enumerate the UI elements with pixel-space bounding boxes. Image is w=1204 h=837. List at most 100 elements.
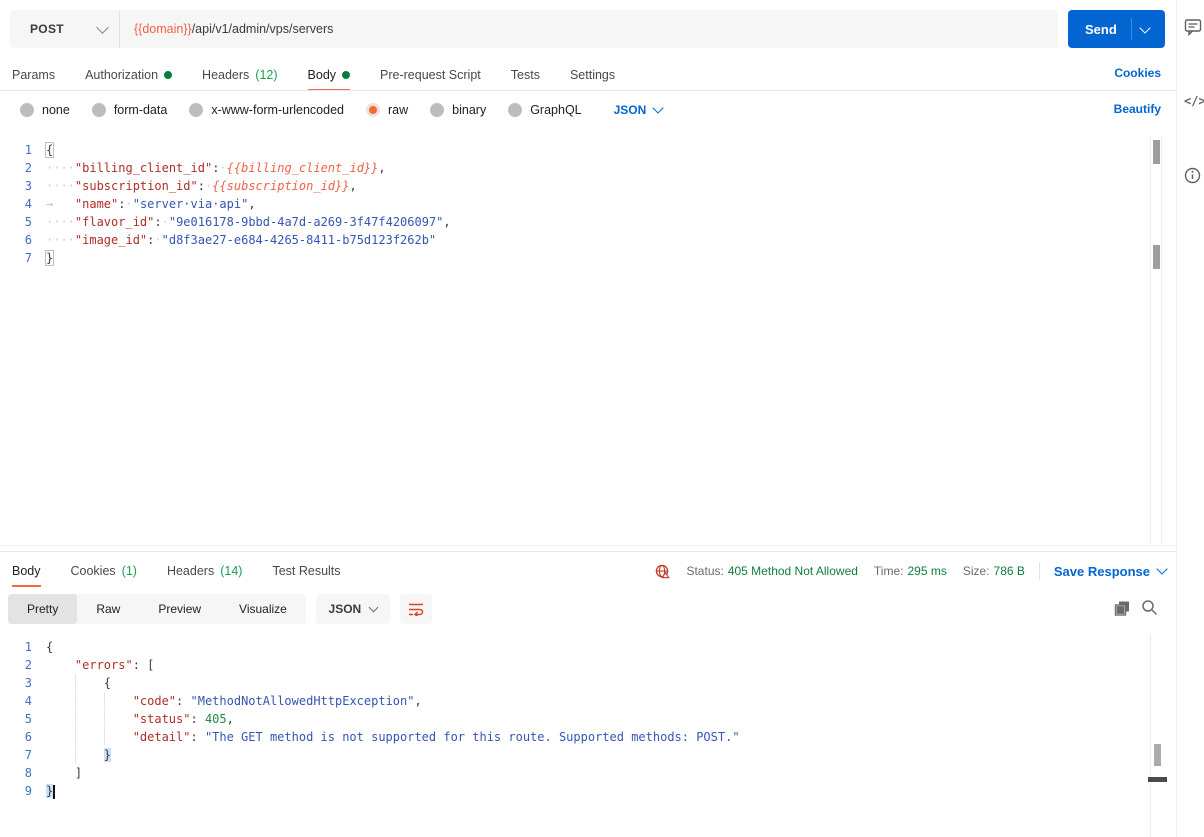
cookies-link[interactable]: Cookies xyxy=(1114,66,1161,80)
response-toolbar: Pretty Raw Preview Visualize JSON xyxy=(8,594,432,624)
line-number: 1 xyxy=(24,640,32,654)
token-guide xyxy=(74,746,104,763)
copy-response-button[interactable] xyxy=(1114,600,1131,622)
tab-tests[interactable]: Tests xyxy=(511,60,540,90)
tab-label: Pre-request Script xyxy=(380,68,481,82)
code-line: 4 "code": "MethodNotAllowedHttpException… xyxy=(0,692,1148,710)
save-response-button[interactable]: Save Response xyxy=(1054,563,1168,579)
search-response-button[interactable] xyxy=(1141,599,1158,621)
green-dot-icon xyxy=(164,71,173,79)
view-tab-preview[interactable]: Preview xyxy=(139,594,220,624)
tab-label: Headers xyxy=(202,68,250,82)
token-guide xyxy=(74,710,104,727)
body-type-raw[interactable]: raw xyxy=(366,103,408,117)
horizontal-scrollbar-thumb[interactable] xyxy=(1148,777,1167,782)
request-body-editor[interactable]: 1{2 ····"billing_client_id":·{{billing_cl… xyxy=(0,141,1148,267)
line-content: } xyxy=(44,249,55,267)
token-str: "The GET method is not supported for thi… xyxy=(204,730,740,744)
tab-body[interactable]: Body xyxy=(307,60,351,91)
response-tab-body[interactable]: Body xyxy=(12,556,41,587)
line-number: 4 xyxy=(24,197,32,211)
view-tab-visualize[interactable]: Visualize xyxy=(220,594,306,624)
token-ws: · xyxy=(161,215,169,229)
meta-divider xyxy=(1038,562,1040,580)
code-line: 9} xyxy=(0,782,1148,800)
radio-label: raw xyxy=(388,103,409,117)
send-divider xyxy=(1130,18,1132,40)
method-selector[interactable]: POST xyxy=(10,10,120,48)
token-punc xyxy=(46,730,75,744)
tab-label: Params xyxy=(12,68,56,82)
request-language-selector[interactable]: JSON xyxy=(614,102,664,117)
tab-label: Test Results xyxy=(272,564,341,578)
response-body-editor[interactable]: 1{2 "errors": [3 {4 "code": "MethodNotAl… xyxy=(0,638,1148,800)
token-guide xyxy=(103,692,133,709)
response-tab-test-results[interactable]: Test Results xyxy=(272,556,340,586)
line-content: } xyxy=(46,782,56,800)
code-line: 2 ····"billing_client_id":·{{billing_clie… xyxy=(0,159,1148,177)
beautify-link[interactable]: Beautify xyxy=(1114,102,1161,116)
tab-settings[interactable]: Settings xyxy=(570,60,615,90)
editor-bottom-border xyxy=(0,545,1176,546)
line-number: 3 xyxy=(24,676,32,690)
view-tab-raw[interactable]: Raw xyxy=(77,594,139,624)
view-tab-pretty[interactable]: Pretty xyxy=(8,594,78,624)
body-type-x-www-form-urlencoded[interactable]: x-www-form-urlencoded xyxy=(189,103,344,117)
radio-icon xyxy=(189,103,204,117)
line-number: 5 xyxy=(24,215,32,229)
body-type-none[interactable]: none xyxy=(20,103,70,117)
comment-button[interactable] xyxy=(1184,18,1202,41)
request-editor-scrollbar[interactable] xyxy=(1150,137,1162,543)
token-ws: ···· xyxy=(46,179,75,193)
tab-params[interactable]: Params xyxy=(12,60,55,90)
response-language-selector[interactable]: JSON xyxy=(315,594,390,624)
code-line: 1{ xyxy=(0,141,1148,159)
send-options-chevron-icon[interactable] xyxy=(1139,21,1151,34)
info-button[interactable] xyxy=(1184,167,1201,189)
token-ws: · xyxy=(125,197,133,211)
response-editor-scrollbar[interactable] xyxy=(1148,634,1167,837)
token-ws: ···· xyxy=(46,215,75,229)
token-punc xyxy=(46,748,75,762)
line-content: ····"billing_client_id":·{{billing_clien… xyxy=(46,159,386,177)
token-punc xyxy=(46,694,75,708)
tab-label: Authorization xyxy=(85,68,159,82)
body-type-form-data[interactable]: form-data xyxy=(91,103,167,117)
token-str: "MethodNotAllowedHttpException" xyxy=(190,694,415,708)
token-num: 405 xyxy=(204,712,227,726)
status-label: Status: xyxy=(686,564,724,578)
radio-icon xyxy=(430,103,445,117)
wrap-text-button[interactable] xyxy=(399,594,432,624)
token-punc xyxy=(46,658,75,672)
token-punc: , xyxy=(443,215,451,229)
token-ws: · xyxy=(219,161,227,175)
tab-pre-request-script[interactable]: Pre-request Script xyxy=(380,60,481,90)
token-ws: ···· xyxy=(46,161,75,175)
response-tab-headers[interactable]: Headers (14) xyxy=(167,556,242,586)
method-label: POST xyxy=(30,22,64,36)
token-punc: ] xyxy=(74,766,83,780)
line-content: } xyxy=(46,746,112,764)
token-punc: : xyxy=(190,730,205,744)
body-type-binary[interactable]: binary xyxy=(430,103,486,117)
body-type-GraphQL[interactable]: GraphQL xyxy=(508,103,582,117)
scrollbar-thumb[interactable] xyxy=(1153,140,1160,164)
tab-label: Settings xyxy=(569,68,616,82)
scrollbar-thumb[interactable] xyxy=(1154,744,1161,766)
url-input[interactable]: {{domain}}/api/v1/admin/vps/servers xyxy=(120,22,333,36)
tab-authorization[interactable]: Authorization xyxy=(85,60,173,90)
line-number: 7 xyxy=(24,748,32,762)
tab-headers[interactable]: Headers (12) xyxy=(202,60,277,90)
token-key: "billing_client_id" xyxy=(74,161,213,175)
body-type-options: none form-data x-www-form-urlencoded raw bin… xyxy=(20,95,664,125)
tabs-divider xyxy=(0,90,1176,91)
code-line: 6 ····"image_id":·"d8f3ae27-e684-4265-841… xyxy=(0,231,1148,249)
radio-label: none xyxy=(42,103,70,117)
response-tab-cookies[interactable]: Cookies (1) xyxy=(71,556,137,586)
ssl-warning-globe-icon[interactable] xyxy=(655,564,671,579)
token-guide xyxy=(103,710,133,727)
code-snippet-button[interactable]: </> xyxy=(1184,94,1204,108)
line-number: 6 xyxy=(24,233,32,247)
send-button[interactable]: Send xyxy=(1068,10,1165,48)
status-value: 405 Method Not Allowed xyxy=(727,564,858,578)
